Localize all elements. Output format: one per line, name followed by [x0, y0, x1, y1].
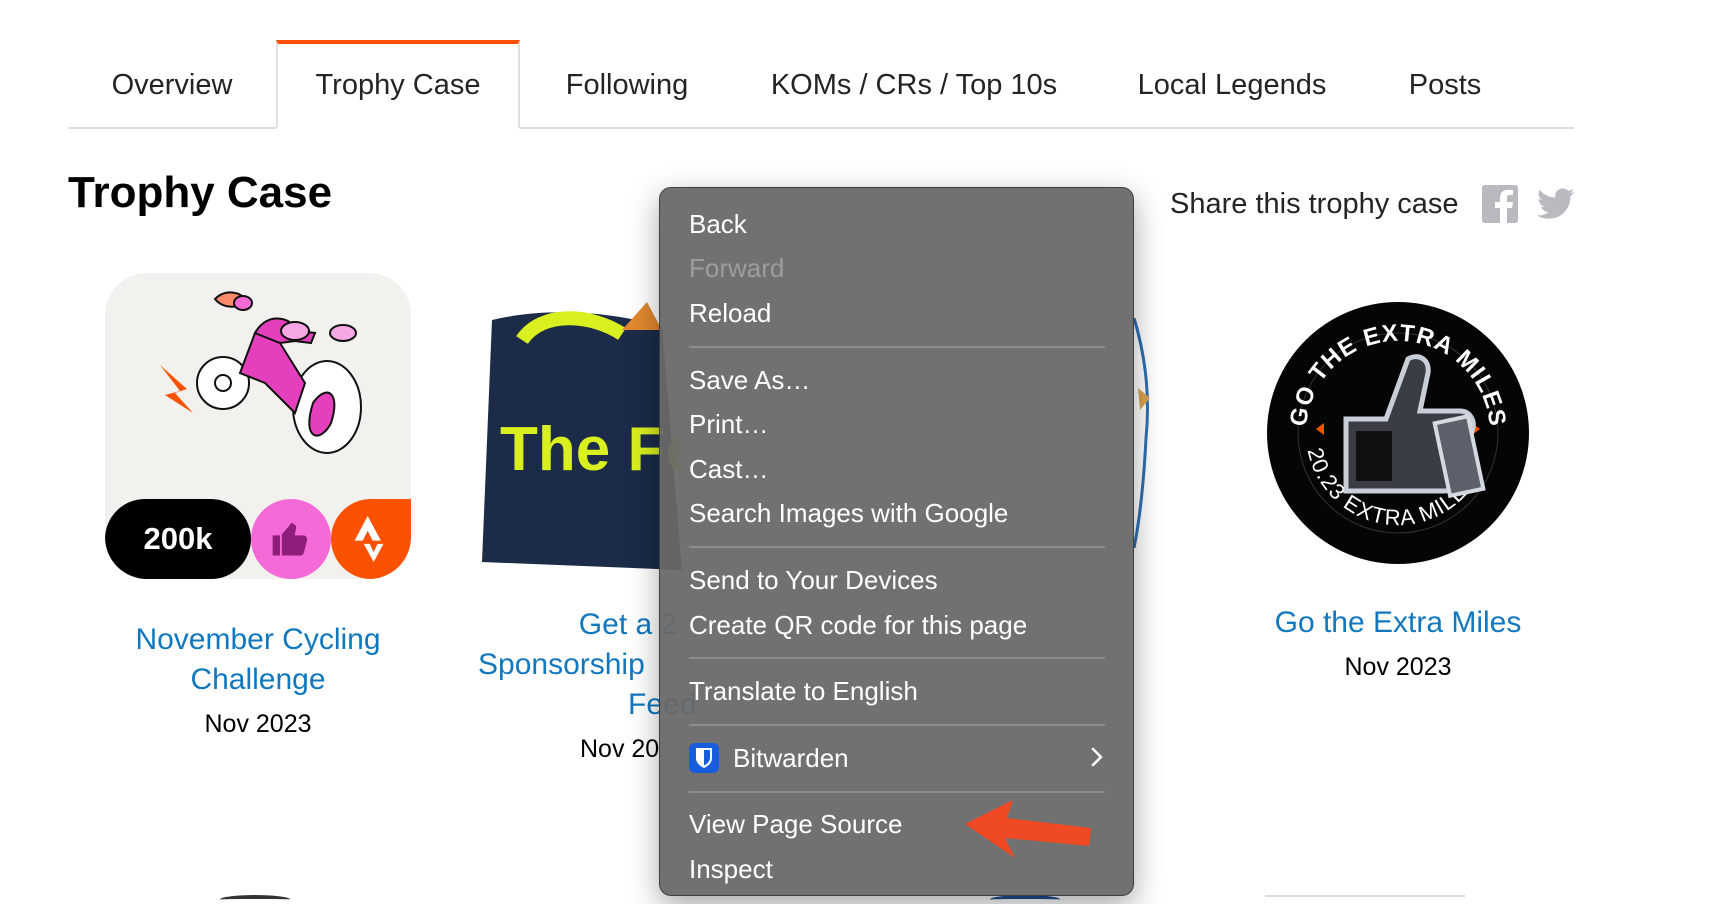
tab-koms-crs-top10s[interactable]: KOMs / CRs / Top 10s [734, 42, 1094, 129]
cyclist-illustration [160, 291, 362, 454]
badge-bar: 200k [105, 499, 411, 579]
menu-item-send-to-devices[interactable]: Send to Your Devices [660, 558, 1133, 603]
partial-badge-image [220, 895, 290, 904]
menu-item-save-as[interactable]: Save As… [660, 358, 1133, 403]
share-label: Share this trophy case [1170, 187, 1459, 220]
partial-badge-image [1132, 318, 1150, 548]
menu-item-back[interactable]: Back [660, 202, 1133, 247]
bag-text: The Fe [500, 415, 682, 484]
partial-badge-image [990, 895, 1060, 904]
page-title: Trophy Case [68, 168, 333, 217]
menu-item-print[interactable]: Print… [660, 402, 1133, 447]
partial-badge-image [1265, 895, 1465, 904]
twitter-icon[interactable] [1536, 185, 1575, 223]
profile-tabs: Overview Trophy Case Following KOMs / CR… [68, 40, 1574, 129]
tab-overview[interactable]: Overview [68, 42, 276, 129]
extra-miles-badge[interactable]: GO THE EXTRA MILES 20.23 EXTRA MILES [1266, 301, 1530, 565]
bitwarden-label: Bitwarden [733, 742, 849, 773]
trophy-name-link[interactable]: Go the Extra Miles [1240, 603, 1556, 643]
tab-posts[interactable]: Posts [1370, 42, 1520, 129]
distance-pill: 200k [105, 499, 251, 579]
menu-item-create-qr[interactable]: Create QR code for this page [660, 603, 1133, 648]
menu-item-forward: Forward [689, 253, 785, 284]
menu-item-search-images[interactable]: Search Images with Google [660, 492, 1133, 537]
facebook-icon[interactable] [1481, 185, 1519, 223]
menu-item-translate[interactable]: Translate to English [660, 669, 1133, 714]
share-bar: Share this trophy case [1170, 185, 1575, 223]
tab-trophy-case[interactable]: Trophy Case [276, 40, 520, 129]
context-menu: Back Forward Reload Save As… Print… Cast… [659, 187, 1134, 896]
trophy-item: November Cycling Challenge Nov 2023 [95, 620, 421, 739]
menu-separator [689, 657, 1105, 660]
trophy-name-link[interactable]: November Cycling Challenge [95, 620, 421, 700]
tab-local-legends[interactable]: Local Legends [1094, 42, 1370, 129]
trophy-item: Go the Extra Miles Nov 2023 [1240, 603, 1556, 682]
menu-item-bitwarden[interactable]: Bitwarden [660, 736, 1133, 781]
trophy-date: Nov 2023 [1344, 653, 1452, 681]
november-cycling-badge[interactable]: 200k [105, 273, 411, 579]
annotation-arrow-icon [965, 800, 1091, 858]
menu-separator [689, 345, 1105, 348]
chevron-right-icon [1089, 744, 1105, 777]
tab-following[interactable]: Following [520, 42, 734, 129]
trophy-date: Nov 2023 [204, 710, 312, 738]
menu-item-reload[interactable]: Reload [660, 291, 1133, 336]
thumbs-up-icon [251, 499, 331, 579]
menu-item-cast[interactable]: Cast… [660, 447, 1133, 492]
menu-separator [689, 790, 1105, 793]
strava-logo-icon [331, 499, 411, 579]
menu-separator [689, 723, 1105, 726]
bitwarden-icon [689, 743, 719, 774]
menu-separator [689, 546, 1105, 549]
feed-zone-bag-image[interactable]: The Fe [482, 300, 682, 580]
